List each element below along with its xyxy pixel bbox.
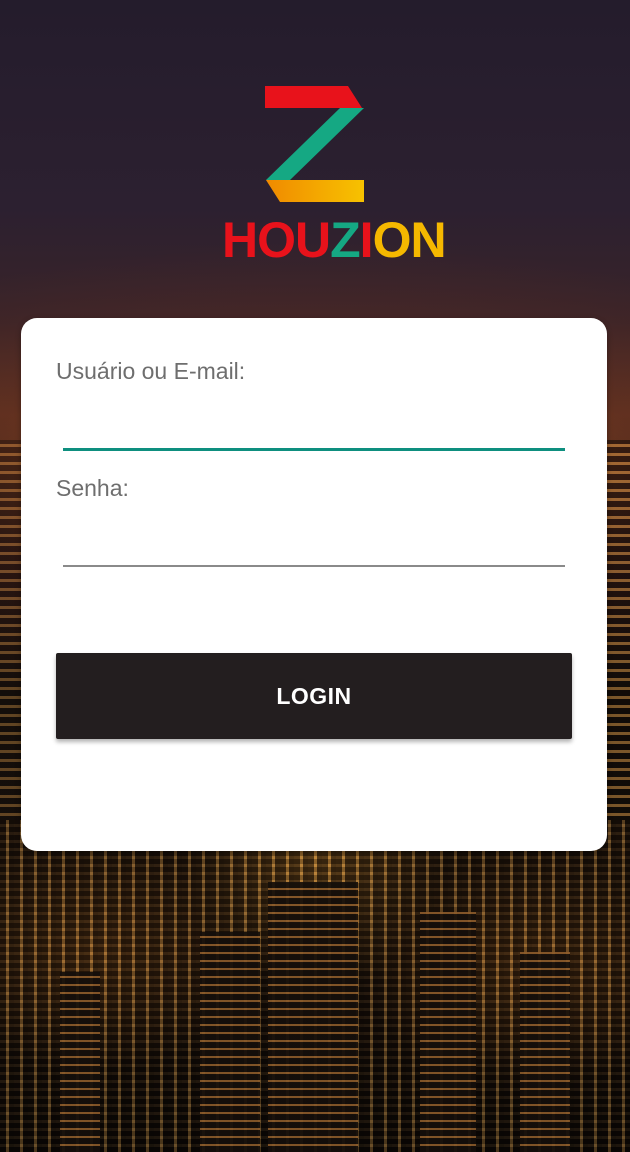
password-label: Senha: bbox=[56, 475, 129, 501]
username-input[interactable] bbox=[63, 407, 565, 451]
brand-wordmark: HOUZION bbox=[222, 212, 447, 268]
login-card: Usuário ou E-mail: Senha: LOGIN bbox=[21, 318, 607, 851]
login-screen: HOUZION Usuário ou E-mail: Senha: LOGIN bbox=[0, 0, 630, 1152]
password-input[interactable] bbox=[63, 523, 565, 567]
z-logo-icon bbox=[265, 86, 364, 202]
brand-wordmark-part-4: ON bbox=[372, 212, 447, 268]
brand-wordmark-part-3: I bbox=[359, 212, 374, 268]
brand-wordmark-part-1: HOU bbox=[222, 212, 331, 268]
background-city-lights-right bbox=[606, 440, 630, 840]
brand-wordmark-part-2: Z bbox=[330, 212, 361, 268]
login-button[interactable]: LOGIN bbox=[56, 653, 572, 739]
username-label: Usuário ou E-mail: bbox=[56, 358, 246, 384]
background-city-image bbox=[0, 820, 630, 1152]
app-logo: HOUZION bbox=[222, 84, 447, 268]
